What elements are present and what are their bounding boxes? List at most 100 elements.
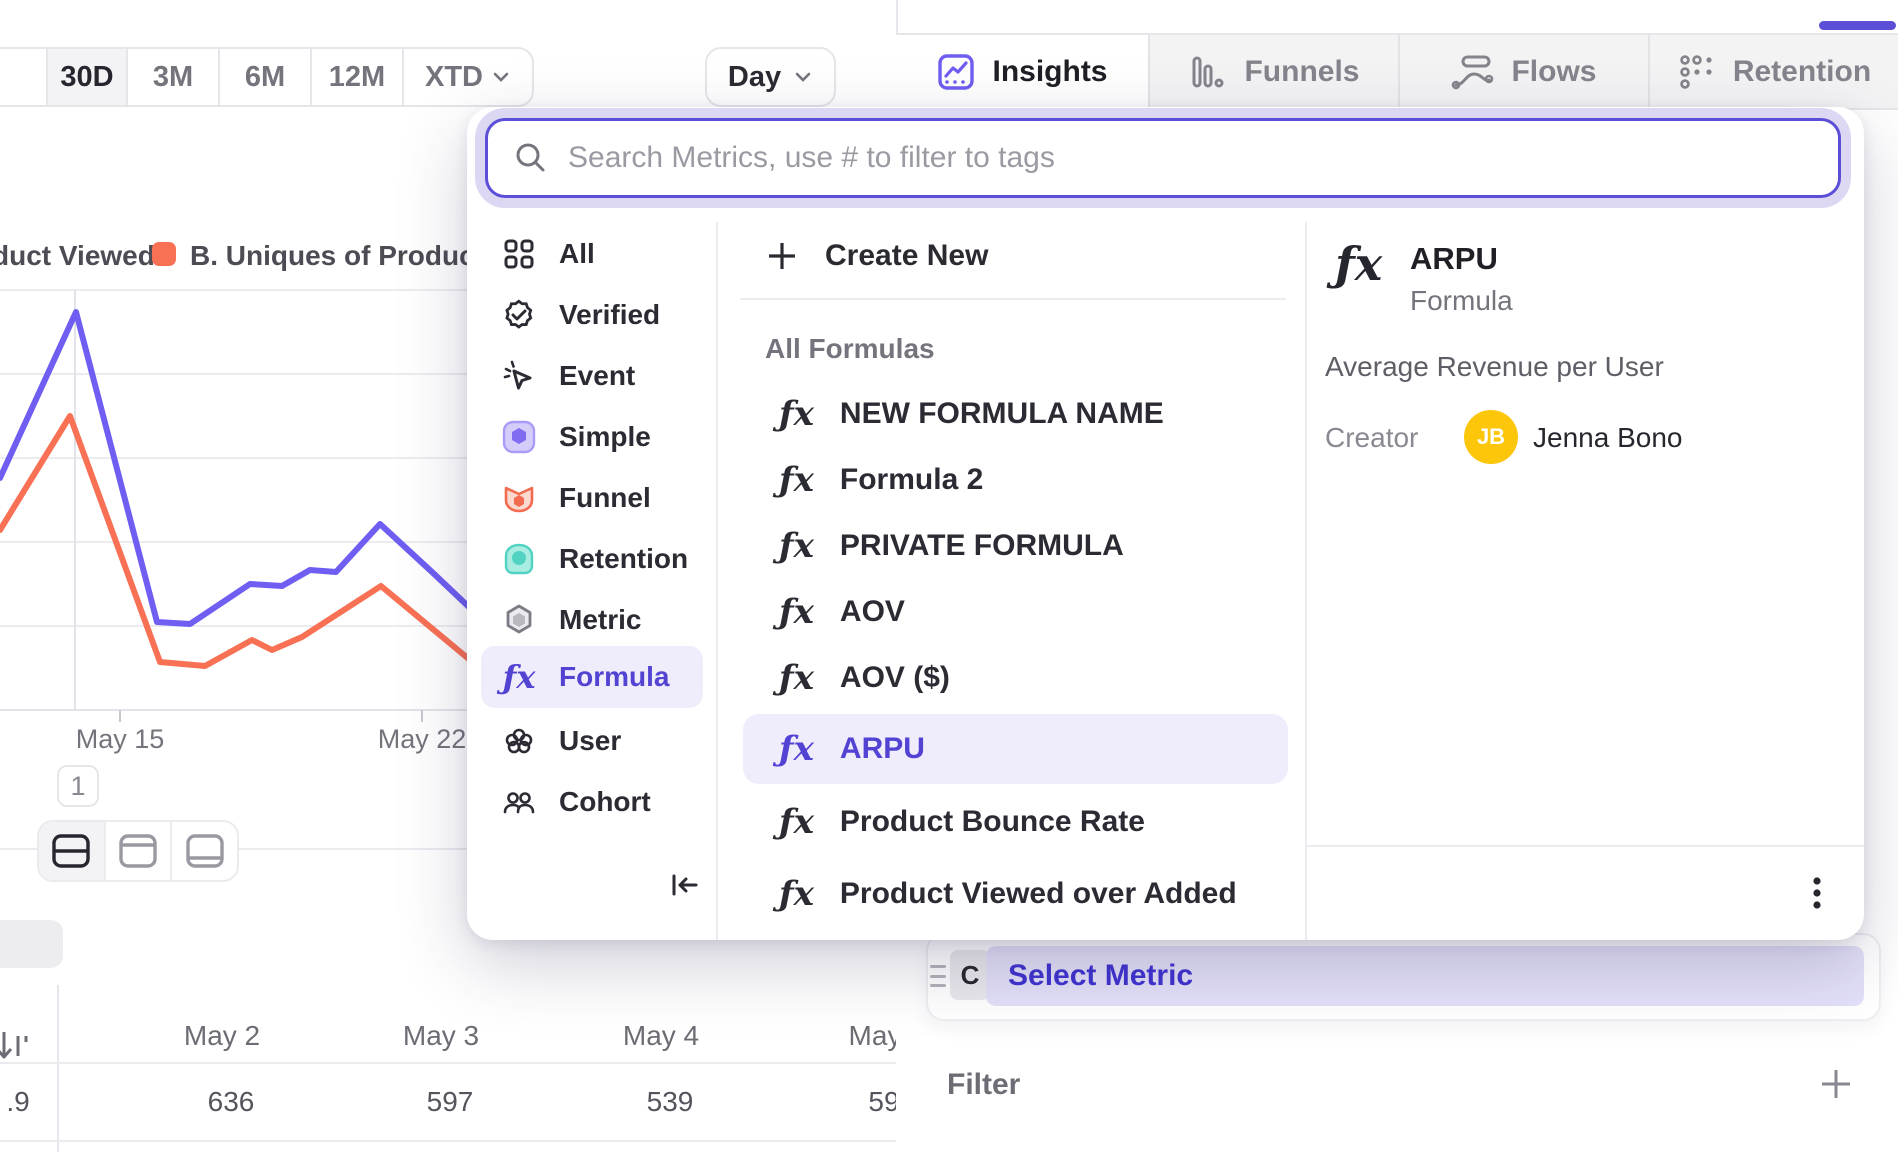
formula-fx-icon: ƒx (779, 729, 814, 769)
search-placeholder: Search Metrics, use # to filter to tags (568, 141, 1055, 175)
creator-name: Jenna Bono (1533, 422, 1682, 454)
chevron-down-icon (491, 67, 511, 87)
plus-icon (765, 239, 799, 273)
table-header-divider (0, 1062, 896, 1064)
time-range-6m-button[interactable]: 6M (218, 49, 310, 105)
granularity-dropdown[interactable]: Day (705, 47, 836, 107)
bottom-bar-icon (185, 833, 225, 869)
layout-split-horizontal-button[interactable] (39, 822, 104, 880)
tab-insights[interactable]: Insights (896, 35, 1148, 110)
flow-stream-icon (1451, 52, 1495, 92)
formula-fx-icon: ƒx (779, 394, 814, 434)
sidebar-item-event[interactable]: Event (481, 347, 703, 405)
table-cell-may2: 636 (208, 1086, 255, 1118)
formula-item-product-viewed-over-added[interactable]: ƒxProduct Viewed over Added (743, 859, 1288, 929)
series-a-line[interactable] (0, 312, 470, 624)
time-range-30d-button[interactable]: 30D (46, 49, 126, 105)
sidebar-divider (716, 222, 718, 940)
time-range-partial-button[interactable] (0, 49, 46, 105)
formula-item-private-formula[interactable]: ƒxPRIVATE FORMULA (743, 511, 1288, 581)
layout-top-bar-button[interactable] (104, 822, 171, 880)
metric-hexagon-icon (501, 602, 537, 638)
formula-item-new-formula-name[interactable]: ƒxNEW FORMULA NAME (743, 379, 1288, 449)
formula-fx-icon: ƒx (501, 659, 537, 695)
table-cell-may3: 597 (427, 1086, 474, 1118)
metric-row-card: C Select Metric (926, 933, 1881, 1021)
formula-section-header: All Formulas (765, 333, 935, 365)
time-range-xtd-button[interactable]: XTD (402, 49, 532, 105)
detail-footer-divider (1307, 845, 1864, 847)
verified-badge-icon (501, 297, 537, 333)
formula-fx-icon: ƒx (779, 802, 814, 842)
layout-bottom-bar-button[interactable] (170, 822, 237, 880)
table-frozen-column-divider (57, 985, 59, 1152)
cohort-people-icon (501, 784, 537, 820)
collapse-sidebar-icon[interactable] (667, 867, 703, 903)
metric-position-badge: C (950, 950, 990, 1000)
create-new-button[interactable]: Create New (743, 225, 1288, 287)
sidebar-item-retention[interactable]: Retention (481, 530, 703, 588)
collapsed-side-tab[interactable] (0, 920, 63, 968)
formula-item-product-bounce-rate[interactable]: ƒxProduct Bounce Rate (743, 787, 1288, 857)
formula-fx-icon: ƒx (779, 526, 814, 566)
formula-fx-icon: ƒx (779, 658, 814, 698)
creator-label: Creator (1325, 422, 1418, 454)
chart-gridlines (0, 290, 472, 722)
sort-icon[interactable] (0, 1026, 32, 1066)
formula-fx-icon: ƒx (779, 460, 814, 500)
sidebar-item-funnel[interactable]: Funnel (481, 469, 703, 527)
tab-flows[interactable]: Flows (1398, 35, 1648, 108)
formula-item-arpu[interactable]: ƒxARPU (743, 714, 1288, 784)
report-tabbar: Insights Funnels Flows (896, 33, 1898, 110)
sidebar-item-simple[interactable]: Simple (481, 408, 703, 466)
chevron-down-icon (793, 67, 813, 87)
formula-fx-large-icon: ƒx (1335, 237, 1382, 291)
retention-circle-icon (501, 541, 537, 577)
formula-fx-icon: ƒx (779, 592, 814, 632)
active-tab-indicator (1819, 21, 1896, 30)
funnel-shield-icon (501, 480, 537, 516)
formula-item-aov-dollar[interactable]: ƒxAOV ($) (743, 643, 1288, 713)
dot-grid-icon (1677, 52, 1717, 92)
formula-item-aov[interactable]: ƒxAOV (743, 577, 1288, 647)
table-header-may3[interactable]: May 3 (403, 1020, 479, 1052)
detail-description: Average Revenue per User (1325, 351, 1664, 383)
sidebar-item-user[interactable]: User (481, 712, 703, 770)
table-cell-may-partial: 59 (868, 1086, 896, 1118)
sidebar-item-all[interactable]: All (481, 225, 703, 283)
kebab-menu-icon[interactable] (1803, 873, 1831, 913)
table-header-may2[interactable]: May 2 (184, 1020, 260, 1052)
time-range-3m-button[interactable]: 3M (126, 49, 218, 105)
time-range-group: 30D 3M 6M 12M XTD (0, 47, 534, 107)
page-number-box[interactable]: 1 (57, 765, 99, 807)
table-row-divider (0, 1140, 896, 1142)
sidebar-item-formula[interactable]: ƒx Formula (481, 646, 703, 708)
select-metric-button[interactable]: Select Metric (986, 946, 1864, 1006)
legend-series-a-label[interactable]: duct Viewed (0, 240, 155, 272)
tab-retention[interactable]: Retention (1648, 35, 1898, 108)
report-tabs-region: Insights Funnels Flows (896, 0, 1898, 106)
user-cluster-icon (501, 723, 537, 759)
sidebar-item-verified[interactable]: Verified (481, 286, 703, 344)
split-horizontal-icon (51, 833, 91, 869)
table-header-may4[interactable]: May 4 (623, 1020, 699, 1052)
time-range-12m-button[interactable]: 12M (310, 49, 402, 105)
layout-toggle-group (37, 820, 239, 882)
formula-item-formula-2[interactable]: ƒxFormula 2 (743, 445, 1288, 515)
table-cell-may4: 539 (647, 1086, 694, 1118)
app-screen: 30D 3M 6M 12M XTD Day duct Viewed B. Uni… (0, 0, 1898, 1152)
add-filter-button[interactable] (1816, 1064, 1856, 1104)
detail-panel-divider (1305, 222, 1307, 940)
simple-hexagon-icon (501, 419, 537, 455)
drag-handle-icon[interactable] (930, 965, 946, 987)
x-axis-label-may22: May 22 (378, 724, 467, 755)
sidebar-item-cohort[interactable]: Cohort (481, 773, 703, 831)
top-bar-icon (118, 833, 158, 869)
table-header-may-partial[interactable]: May (849, 1020, 896, 1052)
avatar: JB (1464, 410, 1518, 464)
tab-funnels[interactable]: Funnels (1148, 35, 1398, 108)
legend-series-b-swatch (152, 242, 176, 266)
sidebar-item-metric[interactable]: Metric (481, 591, 703, 649)
metric-search-input[interactable]: Search Metrics, use # to filter to tags (485, 118, 1841, 198)
line-chart[interactable] (0, 270, 472, 740)
